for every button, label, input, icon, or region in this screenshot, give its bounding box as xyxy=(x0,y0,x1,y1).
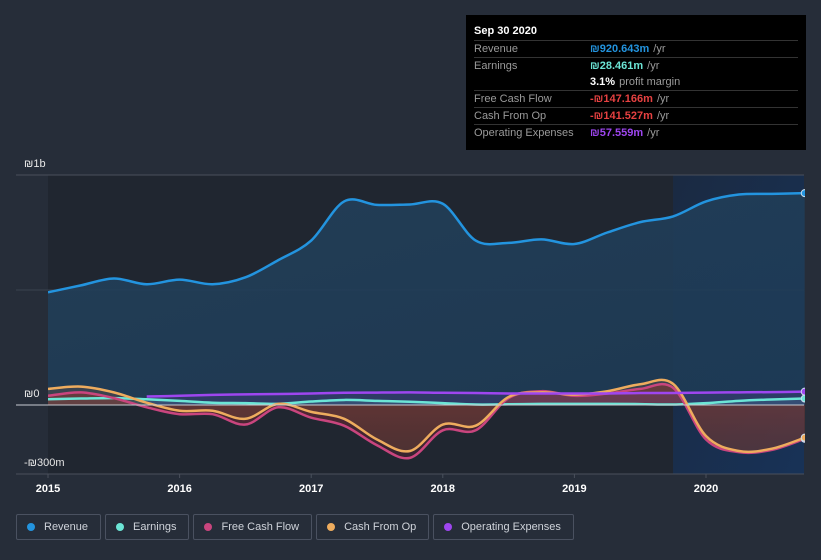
legend-dot-icon xyxy=(27,523,35,531)
legend-label: Revenue xyxy=(44,521,89,533)
legend-item-cash-from-op[interactable]: Cash From Op xyxy=(316,514,430,540)
tooltip-row: 3.1% profit margin xyxy=(474,74,798,91)
right-margin xyxy=(805,160,821,490)
legend: Revenue Earnings Free Cash Flow Cash From O… xyxy=(16,514,574,540)
tooltip-row: Earnings ₪28.461m/yr xyxy=(474,58,798,74)
y-tick-label: ₪1b xyxy=(24,158,46,170)
x-tick-label: 2020 xyxy=(694,483,718,495)
tooltip-unit: /yr xyxy=(656,110,670,122)
legend-item-operating-expenses[interactable]: Operating Expenses xyxy=(433,514,574,540)
tooltip-label: Operating Expenses xyxy=(474,127,574,139)
legend-label: Earnings xyxy=(133,521,177,533)
legend-dot-icon xyxy=(204,523,213,531)
left-margin xyxy=(16,176,48,473)
tooltip-value: -₪141.527m xyxy=(590,110,653,122)
tooltip-label: Revenue xyxy=(474,43,519,55)
tooltip-panel: Sep 30 2020 Revenue ₪920.643m/yr Earnings ₪… xyxy=(466,15,806,150)
tooltip-label xyxy=(474,74,590,90)
tooltip-unit: profit margin xyxy=(619,76,681,88)
x-tick-label: 2019 xyxy=(562,483,586,495)
tooltip-date: Sep 30 2020 xyxy=(474,23,798,41)
tooltip-value: ₪920.643m xyxy=(590,43,650,55)
legend-label: Operating Expenses xyxy=(461,521,561,533)
tooltip-row: Operating Expenses ₪57.559m/yr xyxy=(474,125,798,141)
legend-dot-icon xyxy=(327,523,336,531)
x-tick-label: 2018 xyxy=(431,483,455,495)
legend-item-earnings[interactable]: Earnings xyxy=(105,514,190,540)
legend-dot-icon xyxy=(444,523,453,531)
tooltip-unit: /yr xyxy=(647,60,660,72)
tooltip-row: Revenue ₪920.643m/yr xyxy=(474,41,798,58)
legend-label: Free Cash Flow xyxy=(221,521,300,533)
tooltip-value: 3.1% xyxy=(590,76,616,88)
legend-item-free-cash-flow[interactable]: Free Cash Flow xyxy=(193,514,313,540)
x-tick-label: 2016 xyxy=(167,483,191,495)
tooltip-label: Cash From Op xyxy=(474,110,547,122)
tooltip-value: -₪147.166m xyxy=(590,93,653,105)
tooltip-row: Free Cash Flow -₪147.166m/yr xyxy=(474,91,798,108)
legend-label: Cash From Op xyxy=(344,521,417,533)
y-tick-label: -₪300m xyxy=(24,457,65,469)
tooltip-value: ₪57.559m xyxy=(590,127,644,139)
tooltip-label: Earnings xyxy=(474,60,518,72)
tooltip-unit: /yr xyxy=(653,43,666,55)
x-tick-label: 2017 xyxy=(299,483,323,495)
tooltip-unit: /yr xyxy=(647,127,660,139)
legend-dot-icon xyxy=(116,523,125,531)
tooltip-value: ₪28.461m xyxy=(590,60,644,72)
tooltip-label: Free Cash Flow xyxy=(474,93,552,105)
legend-item-revenue[interactable]: Revenue xyxy=(16,514,102,540)
y-tick-label: ₪0 xyxy=(24,388,39,400)
tooltip-unit: /yr xyxy=(656,93,670,105)
tooltip-row: Cash From Op -₪141.527m/yr xyxy=(474,108,798,125)
x-tick-label: 2015 xyxy=(36,483,60,495)
